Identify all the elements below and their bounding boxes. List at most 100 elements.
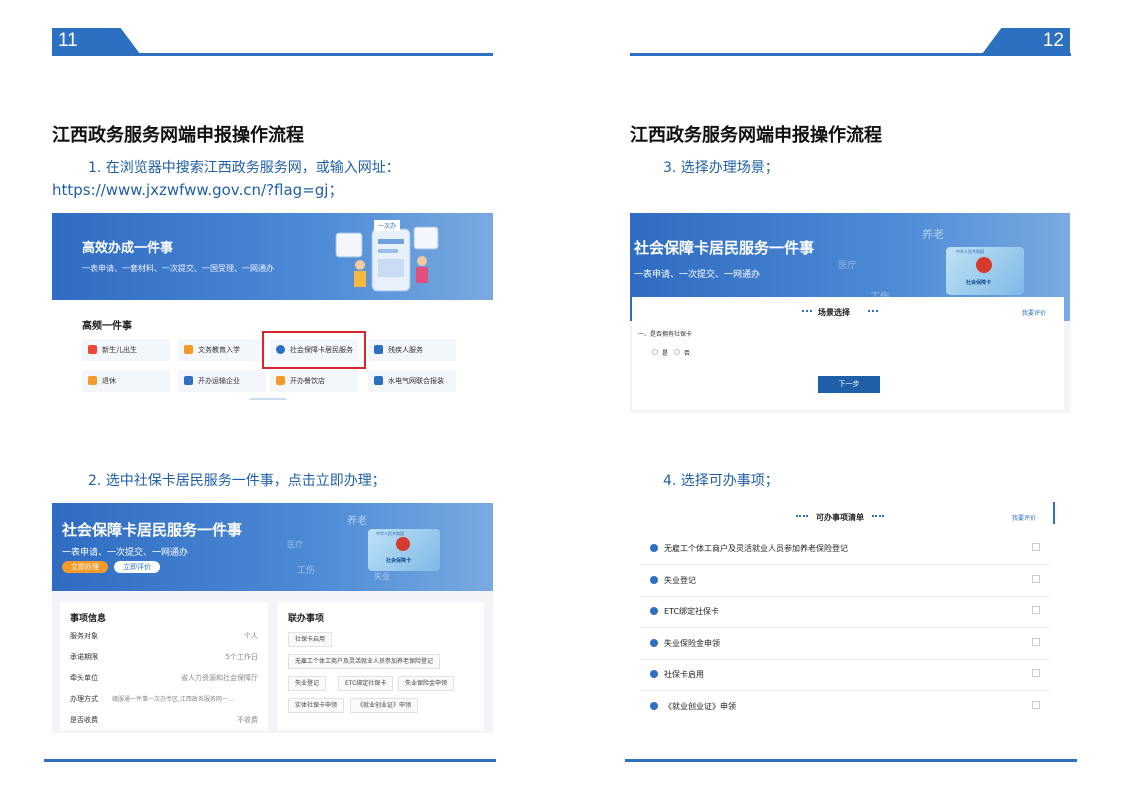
available-item[interactable]: 《就业创业证》申领 [650,701,1040,712]
step-2-text: 2. 选中社保卡居民服务一件事，点击立即办理； [88,473,386,489]
title-decoration [868,310,878,312]
portal-illustration-sign: 一次办 [374,220,401,231]
service-item-transport[interactable]: 开办运输企业 [178,370,266,392]
info-value: 个人 [244,632,258,640]
available-item[interactable]: ETC绑定社保卡 [650,606,1040,617]
info-value: 5个工作日 [225,653,258,661]
service-item-education[interactable]: 文务教育入学 [178,339,266,361]
bullet-icon [650,544,658,552]
question-label: 一、是否拥有社保卡 [638,331,693,338]
banner-word-unemployment: 失业 [374,572,390,581]
radio-no-label: 否 [684,350,691,357]
available-item[interactable]: 无雇工个体工商户及灵活就业人员参加养老保险登记 [650,543,1040,554]
wheelchair-icon [374,345,383,354]
step-1-url: https://www.jxzwfww.gov.cn/?flag=gj； [52,181,344,199]
service-banner: 社会保障卡居民服务一件事 一表申请、一次提交、一网通办 养老 医疗 工伤 失业 … [52,503,493,591]
evaluate-button[interactable]: 立即评价 [114,561,160,573]
radio-yes-label: 是 [662,350,669,357]
emblem-icon [976,257,992,273]
feedback-link[interactable]: 我要评价 [1012,513,1036,522]
info-key: 承诺期限 [70,653,98,661]
title-decoration [802,310,812,312]
service-banner-title: 社会保障卡居民服务一件事 [62,521,243,539]
screenshot-service-detail: 社会保障卡居民服务一件事 一表申请、一次提交、一网通办 养老 医疗 工伤 失业 … [52,503,493,733]
page-number-right: 12 [982,28,1070,54]
utilities-icon [374,376,383,385]
high-frequency-heading: 高频一件事 [82,321,132,332]
related-tag[interactable]: 失业登记 [288,676,327,691]
service-item-restaurant[interactable]: 开办餐饮店 [270,370,358,392]
related-items-panel: 联办事项 社保卡启用 无雇工个体工商户及灵活就业人员参加养老保险登记 失业登记 … [278,602,484,730]
bullet-icon [650,576,658,584]
available-items-title: 可办事项清单 [816,513,864,522]
social-security-card-image: 中华人民共和国 社会保障卡 [946,247,1024,295]
title-decoration [872,515,884,517]
available-item[interactable]: 失业保险金申领 [650,638,1040,649]
footer-rule-left [44,759,496,762]
divider [640,659,1050,660]
radio-yes[interactable] [652,349,658,355]
item-checkbox[interactable] [1032,575,1040,583]
info-key: 牵头单位 [70,674,98,682]
related-items-title: 联办事项 [288,614,325,624]
related-tag[interactable]: 失业保险金申领 [398,676,455,691]
footer-rule-right [625,759,1077,762]
item-checkbox[interactable] [1032,606,1040,614]
step-1-text: 1. 在浏览器中搜索江西政务服务网，或输入网址： [88,160,400,176]
related-tag[interactable]: ETC绑定社保卡 [338,676,394,691]
service-item-retirement[interactable]: 退休 [82,370,170,392]
social-security-card-image: 中华人民共和国 社会保障卡 [368,529,440,571]
item-checkbox[interactable] [1032,543,1040,551]
banner-word-pension: 养老 [347,516,367,527]
radio-no[interactable] [674,349,680,355]
header-rule-left [52,53,493,56]
step-4-text: 4. 选择可办事项； [663,473,779,489]
available-item[interactable]: 失业登记 [650,575,1040,586]
next-step-button[interactable]: 下一步 [818,376,880,393]
baby-icon [88,345,97,354]
banner-word-injury: 工伤 [297,566,316,576]
restaurant-icon [276,376,285,385]
service-item-utilities[interactable]: 水电气网联合报装 [368,370,456,392]
item-checkbox[interactable] [1032,669,1040,677]
service-item-disability[interactable]: 残疾人服务 [368,339,456,361]
available-item[interactable]: 社保卡启用 [650,669,1040,680]
portal-banner: 高效办成一件事 一表申请、一套材料、一次提交、一国受理、一网通办 一次办 [52,213,493,300]
related-tag[interactable]: 实体社保卡申领 [288,698,345,713]
page-title-left: 江西政务服务网端申报操作流程 [52,125,304,146]
carousel-indicator[interactable] [250,398,286,400]
divider [640,627,1050,628]
related-tag[interactable]: 《就业创业证》申领 [350,698,419,713]
apply-now-button[interactable]: 立即办理 [62,561,108,573]
related-tag[interactable]: 无雇工个体工商户及灵活就业人员参加养老保险登记 [288,654,441,669]
bullet-icon [650,702,658,710]
info-value: 省人力资源和社会保障厅 [181,674,258,682]
service-banner-subtitle: 一表申请、一次提交、一网通办 [62,548,189,558]
page-title-right: 江西政务服务网端申报操作流程 [630,125,882,146]
scene-banner-subtitle: 一表申请、一次提交、一网通办 [634,270,761,280]
info-value: 赣服通一件事一次办专区,江西政务服务网一... [112,696,234,703]
info-key: 服务对象 [70,632,98,640]
portal-banner-title: 高效办成一件事 [82,241,174,256]
step-3-text: 3. 选择办理场景； [663,160,779,176]
portal-banner-subtitle: 一表申请、一套材料、一次提交、一国受理、一网通办 [82,264,274,273]
item-checkbox[interactable] [1032,701,1040,709]
feedback-link[interactable]: 我要评价 [1022,308,1046,317]
scene-selection-title: 场景选择 [818,308,850,317]
service-item-social-security-card[interactable]: 社会保障卡居民服务 [262,331,366,369]
divider [640,596,1050,597]
student-icon [184,345,193,354]
service-item-newborn[interactable]: 新生儿出生 [82,339,170,361]
scene-selection-panel: 场景选择 我要评价 一、是否拥有社保卡 是 否 下一步 [632,297,1064,409]
related-tag[interactable]: 社保卡启用 [288,632,333,647]
header-rule-right [630,53,1071,56]
service-info-title: 事项信息 [70,614,107,624]
banner-word-medical: 医疗 [287,540,303,549]
bullet-icon [650,670,658,678]
screenshot-scene-select: 社会保障卡居民服务一件事 一表申请、一次提交、一网通办 养老 医疗 工伤 中华人… [630,213,1070,413]
scene-banner-title: 社会保障卡居民服务一件事 [634,239,815,257]
bullet-icon [650,639,658,647]
item-checkbox[interactable] [1032,638,1040,646]
info-key: 办理方式 [70,695,98,703]
retire-icon [88,376,97,385]
